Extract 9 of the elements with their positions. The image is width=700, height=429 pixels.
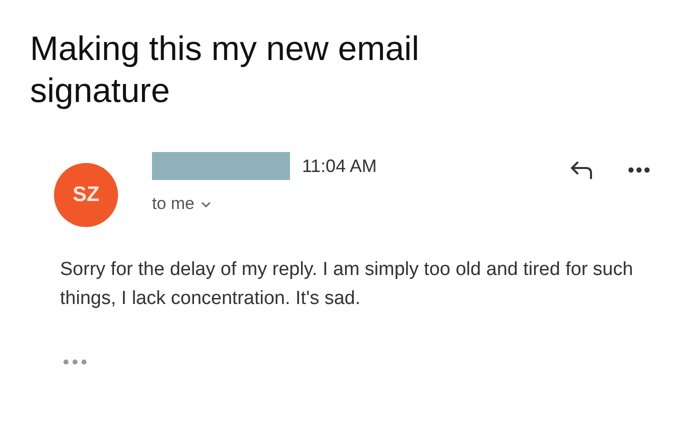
avatar: SZ [54,163,118,227]
caption: Making this my new email signature [29,29,420,112]
more-icon[interactable] [628,167,650,173]
reply-icon[interactable] [570,160,594,180]
recipient-dropdown[interactable]: to me [152,194,377,214]
ellipsis-icon[interactable] [63,359,89,365]
timestamp: 11:04 AM [302,156,377,176]
chevron-icon [200,200,211,208]
email-body: Sorry for the delay of my reply. I am simply too old and tired for such things, I lack concentration. It's sad. [60,258,634,311]
